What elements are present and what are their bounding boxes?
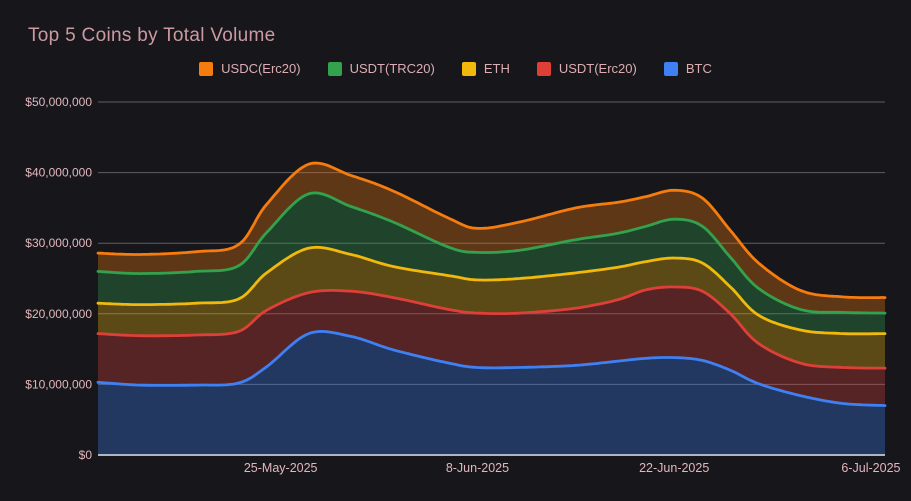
x-axis-tick-label: 22-Jun-2025 (639, 461, 709, 475)
y-axis-tick-label: $30,000,000 (25, 236, 92, 250)
chart-card: Top 5 Coins by Total Volume USDC(Erc20) U… (0, 0, 911, 501)
y-axis-tick-label: $10,000,000 (25, 377, 92, 391)
area-bands-group (98, 163, 885, 455)
y-axis-tick-label: $20,000,000 (25, 307, 92, 321)
y-axis-tick-label: $40,000,000 (25, 166, 92, 180)
y-axis-tick-label: $0 (79, 448, 93, 462)
stacked-area-chart: $0 $10,000,000 $20,000,000 $30,000,000 $40,0… (25, 95, 900, 475)
x-axis-tick-label: 8-Jun-2025 (446, 461, 509, 475)
x-axis-tick-label: 25-May-2025 (244, 461, 318, 475)
y-axis-tick-label: $50,000,000 (25, 95, 92, 109)
x-axis-tick-label: 6-Jul-2025 (841, 461, 900, 475)
